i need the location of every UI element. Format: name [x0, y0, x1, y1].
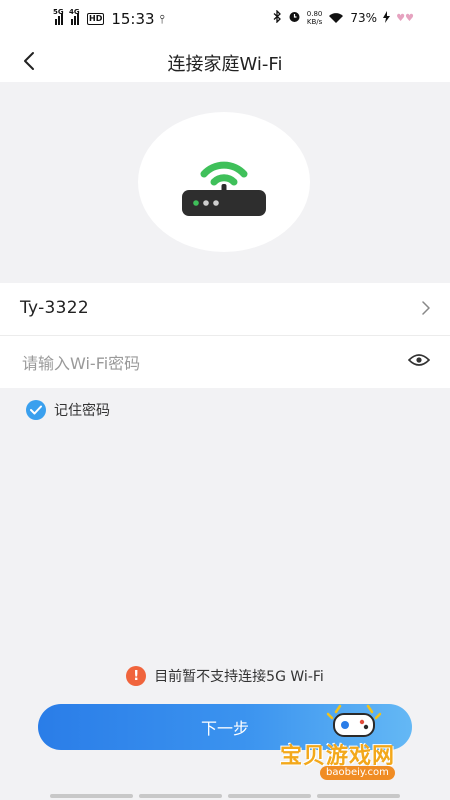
- gamepad-logo-icon: [326, 704, 382, 737]
- signal-5g-icon: 5G: [53, 8, 66, 25]
- remember-password-row[interactable]: 记住密码: [26, 400, 110, 420]
- battery-percent: 73%: [350, 11, 378, 25]
- notice-banner: ! 目前暂不支持连接5G Wi-Fi: [0, 666, 450, 686]
- remember-password-label: 记住密码: [54, 403, 110, 419]
- status-left: 5G 4G HD 15:33 ⫯: [53, 8, 165, 28]
- watermark-url: baobeiy.com: [320, 766, 395, 780]
- warning-icon: !: [126, 666, 147, 686]
- wifi-network-selector[interactable]: Ty-3322: [0, 283, 450, 336]
- status-bar: 5G 4G HD 15:33 ⫯ 0.80 KB/s 73% ♥♥: [0, 0, 450, 40]
- net-speed-value: 0.80: [306, 10, 323, 18]
- wifi-status-icon: [328, 12, 344, 24]
- net-speed-unit: KB/s: [306, 18, 323, 26]
- notice-text: 目前暂不支持连接5G Wi-Fi: [154, 669, 324, 685]
- nav-bar: 连接家庭Wi-Fi: [0, 40, 450, 82]
- usb-icon: ⫯: [159, 11, 165, 26]
- hearts-icon: ♥♥: [396, 12, 414, 24]
- page-title: 连接家庭Wi-Fi: [167, 54, 283, 75]
- password-input[interactable]: [20, 346, 384, 380]
- password-row: [0, 336, 450, 388]
- home-indicator: [50, 794, 400, 798]
- alarm-icon: [288, 10, 301, 26]
- watermark: 宝贝游戏网 baobeiy.com: [280, 704, 430, 784]
- eye-icon[interactable]: [408, 353, 430, 367]
- remember-password-checkbox[interactable]: [26, 400, 46, 420]
- chevron-right-icon: [422, 301, 430, 315]
- wifi-ssid: Ty-3322: [20, 298, 89, 318]
- bluetooth-icon: [273, 9, 282, 26]
- net-speed: 0.80 KB/s: [307, 10, 323, 26]
- status-right: 0.80 KB/s 73% ♥♥: [273, 9, 414, 26]
- router-icon: [182, 161, 266, 216]
- check-icon: [30, 405, 42, 415]
- signal-4g-icon: 4G: [69, 8, 82, 25]
- hd-badge: HD: [87, 13, 105, 25]
- charging-icon: [383, 10, 391, 26]
- router-illustration: [138, 112, 310, 252]
- signal-5g-label: 5G: [53, 8, 64, 16]
- hero-area: [0, 82, 450, 282]
- status-time: 15:33: [111, 10, 155, 28]
- signal-4g-label: 4G: [69, 8, 80, 16]
